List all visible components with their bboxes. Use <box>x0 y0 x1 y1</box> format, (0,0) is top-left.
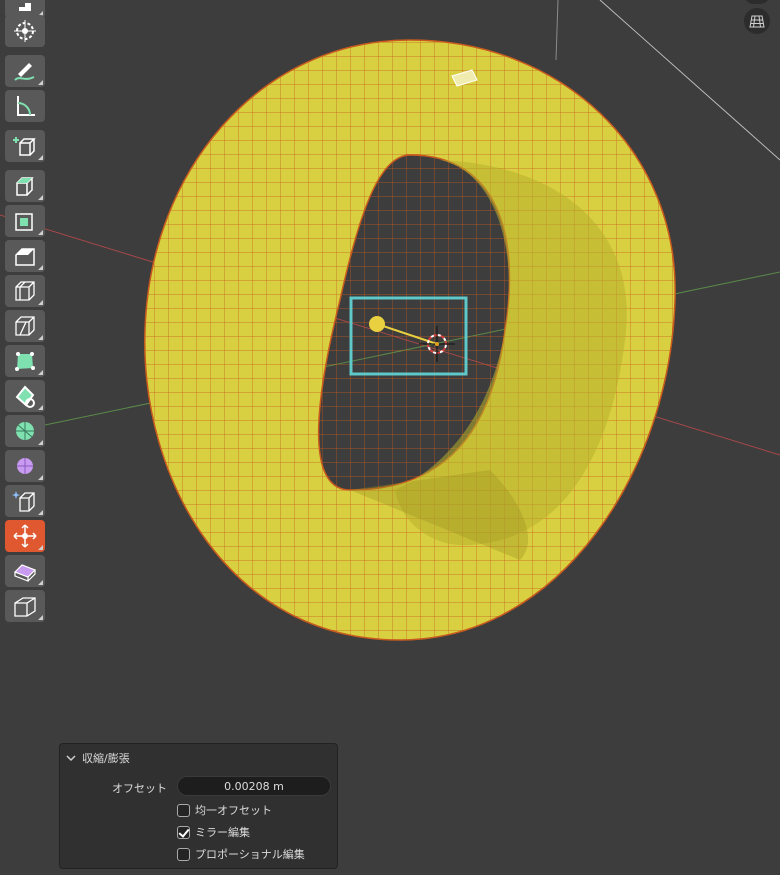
offset-label: オフセット <box>112 782 167 795</box>
shrink-fatten-tool-icon <box>13 524 37 548</box>
proportional-editing-option[interactable]: プロポーショナル編集 <box>177 846 305 862</box>
inset-faces-tool-icon <box>15 213 33 231</box>
operator-title: 収縮/膨張 <box>82 752 130 765</box>
smooth-tool-icon <box>16 422 34 440</box>
mirror-editing-checkbox[interactable] <box>177 825 190 839</box>
grid-icon <box>749 15 765 28</box>
knife-tool-icon <box>15 316 35 336</box>
bevel-tool-icon <box>15 248 35 266</box>
shear-tool-icon <box>13 564 37 582</box>
spin-tool-icon <box>15 385 35 408</box>
mirror-editing-option[interactable]: ミラー編集 <box>177 824 250 840</box>
operator-panel: 収縮/膨張 オフセット 0.00208 m 均一オフセット ミラー編集 プロポー… <box>59 743 338 869</box>
annotate-tool-icon <box>14 63 35 81</box>
extrude-region-tool[interactable] <box>5 170 45 202</box>
proportional-editing-checkbox[interactable] <box>177 847 190 861</box>
cursor-tool-icon <box>14 20 36 42</box>
vertical-guide-line <box>555 0 559 61</box>
poly-build-tool[interactable] <box>5 345 45 377</box>
knife-tool[interactable] <box>5 310 45 342</box>
loop-cut-tool-icon <box>15 281 35 301</box>
even-offset-option[interactable]: 均一オフセット <box>177 802 272 818</box>
bevel-tool[interactable] <box>5 240 45 272</box>
spin-tool[interactable] <box>5 380 45 412</box>
select-box-tool-icon <box>19 3 31 11</box>
smooth-tool[interactable] <box>5 415 45 447</box>
operator-panel-header[interactable]: 収縮/膨張 <box>66 750 130 766</box>
offset-field[interactable]: 0.00208 m <box>177 776 331 796</box>
poly-build-tool-icon <box>15 352 35 371</box>
gizmo-handle-dot <box>369 316 385 332</box>
even-offset-label: 均一オフセット <box>195 804 272 817</box>
edge-slide-tool-icon <box>12 491 35 512</box>
mirror-editing-label: ミラー編集 <box>195 826 250 839</box>
edge-slide-tool[interactable] <box>5 485 45 517</box>
rip-region-tool[interactable] <box>5 590 45 622</box>
add-cube-tool[interactable] <box>5 130 45 162</box>
chevron-down-icon <box>66 755 76 762</box>
cursor-tool[interactable] <box>5 15 45 47</box>
loop-cut-tool[interactable] <box>5 275 45 307</box>
shrink-fatten-sphere-tool[interactable] <box>5 450 45 482</box>
rip-region-tool-icon <box>14 597 36 617</box>
add-cube-tool-icon <box>13 137 36 156</box>
inset-faces-tool[interactable] <box>5 205 45 237</box>
measure-tool[interactable] <box>5 90 45 122</box>
even-offset-checkbox[interactable] <box>177 803 190 817</box>
shrink-fatten-sphere-tool-icon <box>17 458 33 474</box>
shear-tool[interactable] <box>5 555 45 587</box>
proportional-editing-label: プロポーショナル編集 <box>195 848 305 861</box>
shrink-fatten-tool[interactable] <box>5 520 45 552</box>
extrude-region-tool-icon <box>16 177 34 196</box>
measure-tool-icon <box>17 96 35 116</box>
toggle-perspective-button[interactable] <box>744 8 770 34</box>
annotate-tool[interactable] <box>5 55 45 87</box>
